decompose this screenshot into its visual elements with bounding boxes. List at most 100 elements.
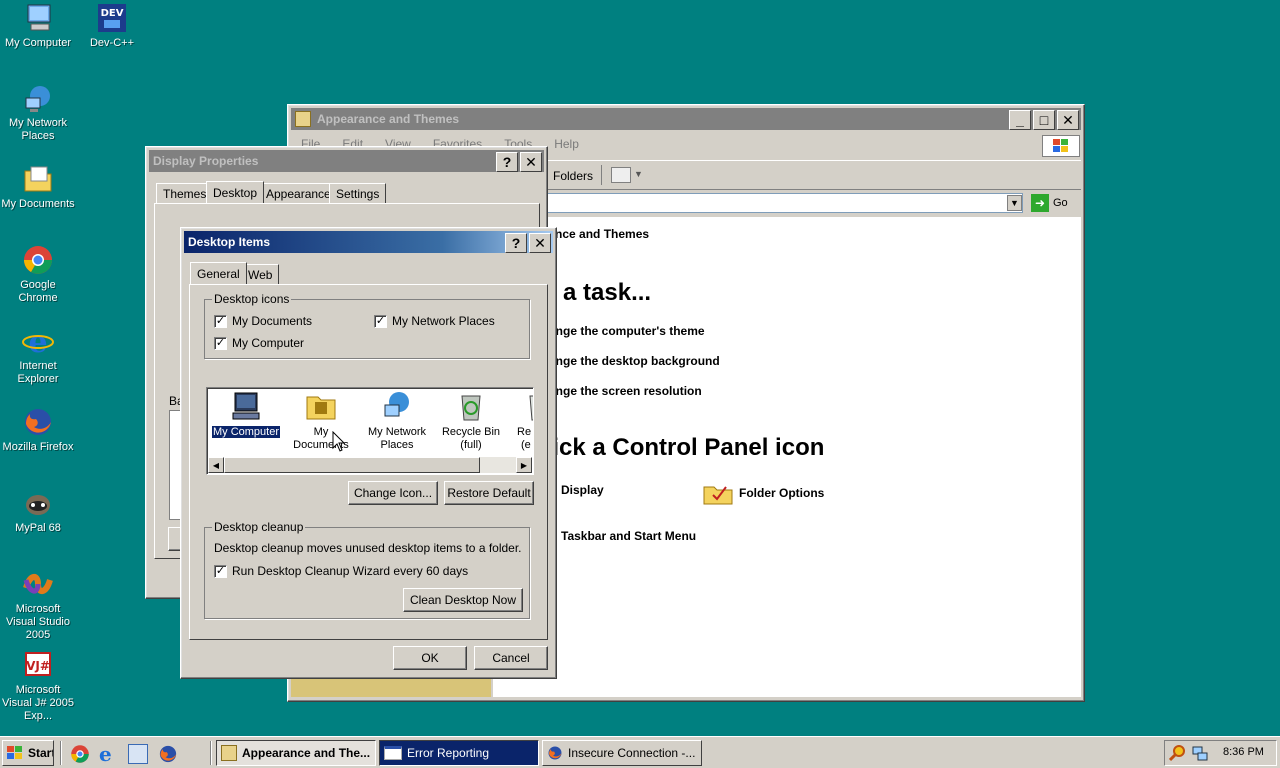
desktop-icon-firefox[interactable]: Mozilla Firefox bbox=[0, 406, 76, 454]
window-title: Display Properties bbox=[153, 154, 259, 168]
cp-icon-folder-options[interactable]: Folder Options bbox=[703, 481, 824, 505]
desktop-icons-group: Desktop icons ✓ My Documents ✓ My Networ… bbox=[204, 292, 530, 359]
close-button[interactable]: ✕ bbox=[529, 233, 551, 253]
task-link-background[interactable]: Change the desktop background bbox=[533, 354, 720, 368]
clock: 8:36 PM bbox=[1223, 746, 1264, 758]
check-label: My Computer bbox=[232, 336, 305, 350]
go-button[interactable]: Go bbox=[1053, 197, 1068, 209]
address-input[interactable] bbox=[541, 193, 1023, 213]
check-label: Run Desktop Cleanup Wizard every 60 days bbox=[232, 564, 469, 578]
address-dropdown-icon[interactable]: ▼ bbox=[1007, 195, 1022, 211]
list-item[interactable]: My Documents bbox=[285, 390, 357, 452]
change-icon-button[interactable]: Change Icon... bbox=[348, 481, 438, 505]
desktop-icon-visual-studio[interactable]: Microsoft Visual Studio 2005 bbox=[0, 568, 76, 642]
desktop-icon-label: Microsoft Visual Studio 2005 bbox=[5, 603, 70, 641]
start-label: Start bbox=[28, 746, 54, 760]
network-places-icon bbox=[22, 82, 54, 114]
recycle-bin-empty-icon bbox=[523, 390, 533, 422]
ok-button[interactable]: OK bbox=[393, 646, 467, 670]
task-label: Error Reporting bbox=[407, 746, 490, 760]
start-button[interactable]: Start bbox=[2, 740, 54, 766]
chrome-icon bbox=[22, 244, 54, 276]
desktop-icon-my-documents[interactable]: My Documents bbox=[0, 163, 76, 211]
scroll-thumb[interactable] bbox=[224, 457, 480, 473]
task-error-reporting[interactable]: Error Reporting bbox=[379, 740, 539, 766]
group-title: Desktop icons bbox=[212, 292, 292, 306]
network-tray-icon[interactable] bbox=[1191, 744, 1209, 762]
desktop-icon-label: My Network Places bbox=[8, 117, 68, 142]
firefox-icon[interactable] bbox=[158, 744, 178, 764]
cp-icon-label: Folder Options bbox=[739, 486, 825, 500]
folders-button[interactable]: Folders bbox=[553, 169, 593, 183]
cp-icon-taskbar[interactable]: Taskbar and Start Menu bbox=[533, 527, 696, 545]
views-icon[interactable] bbox=[611, 167, 631, 183]
desktop-items-titlebar[interactable]: Desktop Items ? ✕ bbox=[184, 231, 553, 253]
list-item-label: Recycle Bin bbox=[441, 426, 501, 438]
tab-themes[interactable]: Themes bbox=[156, 183, 214, 203]
scroll-left-icon[interactable]: ◀ bbox=[208, 457, 224, 473]
cleanup-description: Desktop cleanup moves unused desktop ite… bbox=[214, 541, 522, 555]
list-item[interactable]: My Computer bbox=[210, 390, 282, 439]
taskbar-separator bbox=[210, 741, 212, 765]
show-desktop-icon[interactable] bbox=[128, 744, 148, 764]
close-button[interactable]: ✕ bbox=[520, 152, 542, 172]
go-arrow-icon[interactable]: ➜ bbox=[1031, 194, 1049, 212]
cp-icon-label: Taskbar and Start Menu bbox=[561, 529, 697, 543]
desktop-icon-visual-jsharp[interactable]: VJ# Microsoft Visual J# 2005 Exp... bbox=[0, 649, 76, 723]
firefox-icon bbox=[22, 406, 54, 438]
desktop-icon-internet-explorer[interactable]: e Internet Explorer bbox=[0, 325, 76, 386]
checkbox-icon: ✓ bbox=[214, 564, 227, 578]
check-my-network-places[interactable]: ✓ My Network Places bbox=[374, 314, 495, 328]
task-link-resolution[interactable]: Change the screen resolution bbox=[533, 384, 702, 398]
horizontal-scrollbar[interactable]: ◀ ▶ bbox=[208, 457, 532, 473]
desktop-items-dialog[interactable]: Desktop Items ? ✕ General Web Desktop ic… bbox=[180, 227, 557, 679]
restore-default-button[interactable]: Restore Default bbox=[444, 481, 534, 505]
toolbar-separator bbox=[601, 165, 602, 185]
tab-settings[interactable]: Settings bbox=[329, 183, 387, 203]
list-item[interactable]: Re (e bbox=[511, 390, 533, 452]
desktop-icon-mypal[interactable]: MyPal 68 bbox=[0, 487, 76, 535]
tab-general[interactable]: General bbox=[190, 262, 247, 284]
explorer-titlebar[interactable]: Appearance and Themes _ □ ✕ bbox=[291, 108, 1081, 130]
check-my-documents[interactable]: ✓ My Documents bbox=[214, 314, 312, 328]
task-link-theme[interactable]: Change the computer's theme bbox=[533, 324, 705, 338]
ie-icon[interactable]: e bbox=[99, 742, 112, 766]
close-button[interactable]: ✕ bbox=[1057, 110, 1079, 130]
task-insecure-connection[interactable]: Insecure Connection -... bbox=[542, 740, 702, 766]
chrome-icon[interactable] bbox=[70, 744, 90, 764]
window-icon bbox=[384, 746, 402, 760]
desktop-icon-devcpp[interactable]: DEV Dev-C++ bbox=[74, 2, 150, 50]
task-appearance-themes[interactable]: Appearance and The... bbox=[216, 740, 376, 766]
my-computer-icon bbox=[230, 390, 262, 422]
desktop-icon-list[interactable]: My Computer My Documents My Network Plac… bbox=[206, 387, 534, 475]
menu-help[interactable]: Help bbox=[554, 137, 579, 151]
tab-web[interactable]: Web bbox=[241, 264, 280, 284]
group-title: Desktop cleanup bbox=[212, 520, 306, 534]
my-documents-icon bbox=[22, 163, 54, 195]
content-pane: Appearance and Themes Pick a task... Cha… bbox=[493, 217, 1081, 697]
scroll-right-icon[interactable]: ▶ bbox=[516, 457, 532, 473]
folder-icon bbox=[295, 111, 311, 127]
taskbar: Start e Appearance and The... Error Repo… bbox=[0, 736, 1280, 768]
task-label: Insecure Connection -... bbox=[568, 746, 696, 760]
tab-appearance[interactable]: Appearance bbox=[259, 183, 338, 203]
maximize-button[interactable]: □ bbox=[1033, 110, 1055, 130]
search-icon[interactable] bbox=[1168, 744, 1187, 762]
views-dropdown-icon[interactable]: ▼ bbox=[634, 169, 643, 179]
list-item[interactable]: Recycle Bin (full) bbox=[435, 390, 507, 452]
list-item[interactable]: My Network Places bbox=[361, 390, 433, 452]
my-documents-icon bbox=[305, 390, 337, 422]
check-cleanup-wizard[interactable]: ✓ Run Desktop Cleanup Wizard every 60 da… bbox=[214, 564, 468, 578]
desktop-icon-chrome[interactable]: Google Chrome bbox=[0, 244, 76, 305]
help-button[interactable]: ? bbox=[505, 233, 527, 253]
desktop-icon-my-computer[interactable]: My Computer bbox=[0, 2, 76, 50]
clean-desktop-now-button[interactable]: Clean Desktop Now bbox=[403, 588, 523, 612]
help-button[interactable]: ? bbox=[496, 152, 518, 172]
cancel-button[interactable]: Cancel bbox=[474, 646, 548, 670]
tab-desktop[interactable]: Desktop bbox=[206, 181, 265, 203]
check-my-computer[interactable]: ✓ My Computer bbox=[214, 336, 304, 350]
display-properties-titlebar[interactable]: Display Properties ? ✕ bbox=[149, 150, 544, 172]
desktop-icon-network-places[interactable]: My Network Places bbox=[0, 82, 76, 143]
minimize-button[interactable]: _ bbox=[1009, 110, 1031, 130]
check-label: My Network Places bbox=[392, 314, 495, 328]
